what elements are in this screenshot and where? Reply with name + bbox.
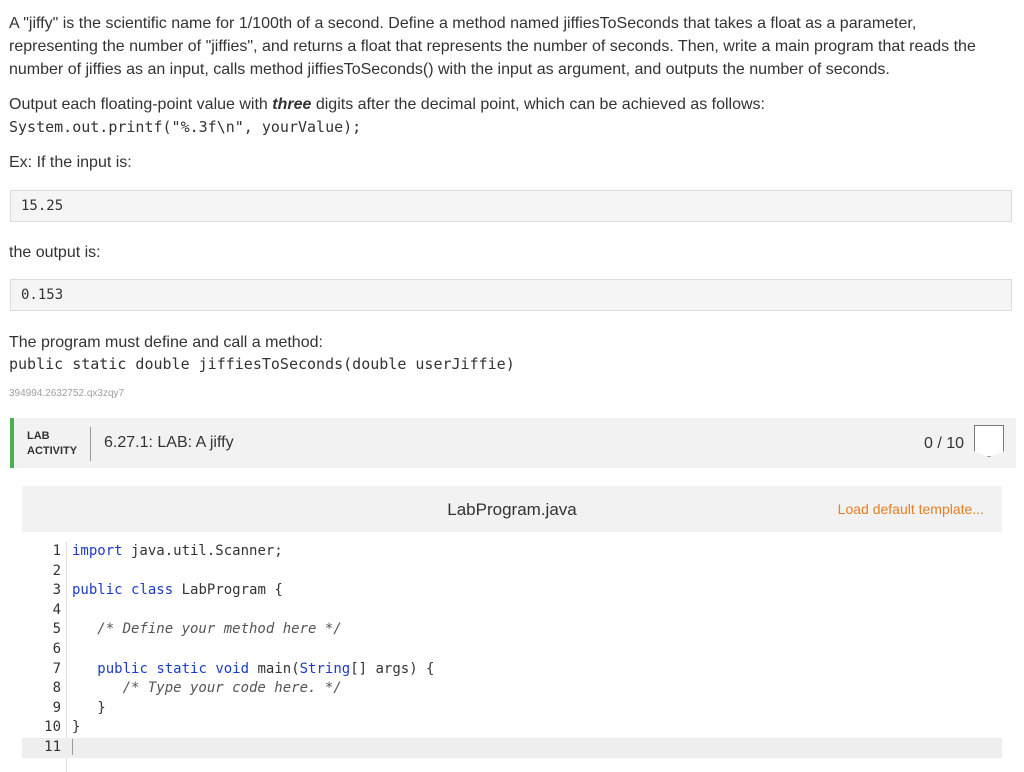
line-number: 3 <box>52 582 61 599</box>
lab-header-divider <box>90 427 91 461</box>
line-number: 9 <box>52 699 61 716</box>
code-text: public class LabProgram { <box>72 582 283 599</box>
line-number: 6 <box>52 640 61 657</box>
lab-activity-tag: LAB ACTIVITY <box>27 429 77 459</box>
code-comment: /* Type your code here. */ <box>72 680 342 697</box>
lab-tag-line2: ACTIVITY <box>27 445 78 457</box>
code-text <box>72 738 73 758</box>
output-note-emphasis: three <box>272 96 312 113</box>
code-line[interactable]: 2 <box>22 562 1002 582</box>
score-badge-icon <box>974 425 1004 457</box>
code-line[interactable]: 6 <box>22 640 1002 660</box>
line-number: 11 <box>44 738 61 755</box>
code-line[interactable]: 10 } <box>22 718 1002 738</box>
lab-tag-line1: LAB <box>27 430 50 442</box>
line-number: 10 <box>44 719 61 736</box>
line-number: 4 <box>52 601 61 618</box>
code-line[interactable]: 7 public static void main(String[] args)… <box>22 660 1002 680</box>
method-requirement: The program must define and call a metho… <box>9 334 323 351</box>
code-line-active[interactable]: 11 <box>22 737 1002 758</box>
code-line[interactable]: 5 /* Define your method here */ <box>22 620 1002 640</box>
code-line[interactable]: 9 } <box>22 699 1002 719</box>
example-output-label: the output is: <box>9 244 101 261</box>
code-line[interactable]: 4 <box>22 601 1002 621</box>
printf-example: System.out.printf("%.3f\n", yourValue); <box>9 118 362 136</box>
example-input-label: Ex: If the input is: <box>9 154 132 171</box>
text-cursor <box>72 738 73 755</box>
lab-id: 394994.2632752.qx3zqy7 <box>9 388 125 399</box>
lab-title: 6.27.1: LAB: A jiffy <box>104 434 234 451</box>
code-line[interactable]: 3 public class LabProgram { <box>22 581 1002 601</box>
line-number: 8 <box>52 680 61 697</box>
editor-toolbar: LabProgram.java Load default template... <box>22 486 1002 532</box>
code-text: } <box>72 699 106 716</box>
code-line[interactable]: 1 import java.util.Scanner; <box>22 542 1002 562</box>
line-number: 1 <box>52 543 61 559</box>
example-input-box: 15.25 <box>10 190 1012 222</box>
example-output-box: 0.153 <box>10 279 1012 311</box>
line-number: 2 <box>52 562 61 579</box>
lab-score: 0 / 10 <box>923 435 964 452</box>
code-text: public static void main(String[] args) { <box>97 660 435 677</box>
code-line[interactable]: 8 /* Type your code here. */ <box>22 679 1002 699</box>
code-text: import java.util.Scanner; <box>72 543 283 559</box>
load-default-template-link[interactable]: Load default template... <box>838 501 984 517</box>
method-signature: public static double jiffiesToSeconds(do… <box>9 355 515 373</box>
code-comment: /* Define your method here */ <box>72 621 342 638</box>
line-number: 5 <box>52 621 61 638</box>
lab-activity-header: LAB ACTIVITY 6.27.1: LAB: A jiffy 0 / 10 <box>10 418 1016 468</box>
output-note-part2: digits after the decimal point, which ca… <box>311 96 765 113</box>
code-text: } <box>72 719 81 736</box>
output-format-note: Output each floating-point value with th… <box>9 93 1009 116</box>
output-note-part1: Output each floating-point value with <box>9 96 273 113</box>
code-text-area[interactable]: 1 import java.util.Scanner; 2 3 public c… <box>22 542 1002 772</box>
code-editor: LabProgram.java Load default template...… <box>22 486 1002 772</box>
problem-description: A "jiffy" is the scientific name for 1/1… <box>9 15 976 78</box>
line-number: 7 <box>52 660 61 677</box>
